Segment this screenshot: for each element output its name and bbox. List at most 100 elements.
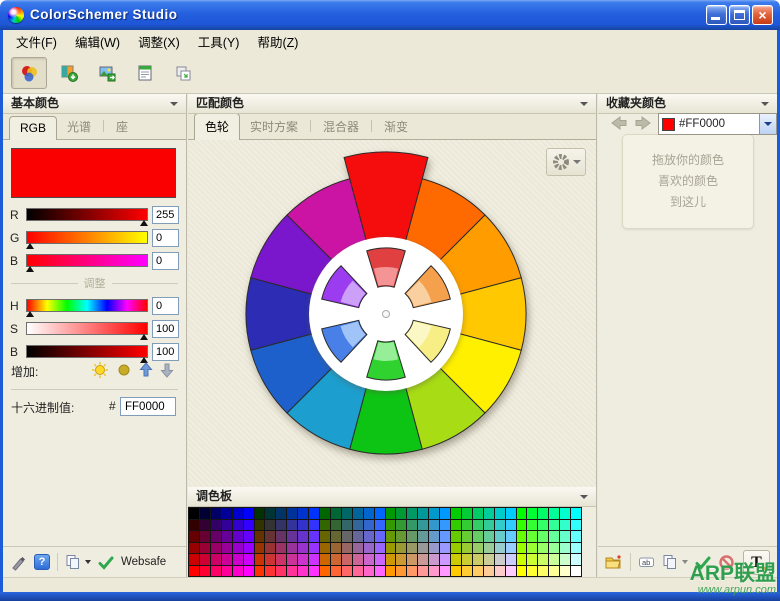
palette-cell[interactable] [483, 554, 494, 565]
palette-cell[interactable] [396, 508, 407, 519]
palette-cell[interactable] [516, 531, 527, 542]
palette-cell[interactable] [451, 508, 461, 519]
palette-cell[interactable] [451, 542, 461, 553]
palette-cell[interactable] [232, 554, 243, 565]
palette-cell[interactable] [298, 565, 309, 576]
palette-cell[interactable] [254, 519, 265, 530]
palette-cell[interactable] [199, 531, 210, 542]
palette-cell[interactable] [407, 531, 418, 542]
palette-cell[interactable] [363, 565, 374, 576]
palette-cell[interactable] [298, 542, 309, 553]
palette-cell[interactable] [320, 531, 330, 542]
palette-cell[interactable] [440, 519, 450, 530]
menu-item-5[interactable]: 帮助(Z) [248, 29, 307, 54]
copy-icon[interactable] [65, 554, 81, 570]
palette-cell[interactable] [199, 519, 210, 530]
palette-cell[interactable] [429, 508, 440, 519]
palette-cell[interactable] [407, 542, 418, 553]
slider-value-input[interactable] [152, 297, 179, 315]
palette-cell[interactable] [527, 542, 538, 553]
brighten-sun-icon[interactable] [91, 361, 109, 379]
slider-track-g[interactable] [25, 231, 148, 250]
color-wheel[interactable] [188, 140, 596, 487]
palette-cell[interactable] [352, 554, 363, 565]
palette-cell[interactable] [352, 565, 363, 576]
palette-cell[interactable] [538, 531, 549, 542]
palette-cell[interactable] [254, 554, 265, 565]
palette-cell[interactable] [494, 565, 505, 576]
palette-cell[interactable] [527, 565, 538, 576]
palette-cell[interactable] [385, 519, 396, 530]
palette-cell[interactable] [243, 542, 254, 553]
palette-cell[interactable] [549, 542, 560, 553]
palette-cell[interactable] [265, 508, 276, 519]
palette-cell[interactable] [276, 519, 287, 530]
palette-cell[interactable] [472, 554, 483, 565]
palette-cell[interactable] [265, 531, 276, 542]
menu-item-4[interactable]: 工具(Y) [189, 29, 249, 54]
palette-cell[interactable] [287, 508, 298, 519]
palette-cell[interactable] [276, 565, 287, 576]
palette-cell[interactable] [374, 542, 385, 553]
color-history-combobox[interactable]: #FF0000 [658, 113, 777, 135]
current-color-preview[interactable] [11, 148, 176, 198]
palette-cell[interactable] [472, 531, 483, 542]
palette-cell[interactable] [199, 508, 210, 519]
palette-cell[interactable] [309, 554, 319, 565]
palette-cell[interactable] [330, 542, 341, 553]
palette-cell[interactable] [549, 519, 560, 530]
palette-cell[interactable] [483, 542, 494, 553]
palette-cell[interactable] [320, 508, 330, 519]
palette-cell[interactable] [472, 565, 483, 576]
slider-thumb[interactable] [140, 220, 149, 226]
palette-cell[interactable] [199, 554, 210, 565]
palette-cell[interactable] [494, 508, 505, 519]
tab-光谱[interactable]: 光谱 [57, 114, 101, 139]
palette-cell[interactable] [461, 519, 472, 530]
palette-cell[interactable] [189, 531, 199, 542]
palette-cell[interactable] [571, 519, 581, 530]
collapse-arrow-icon[interactable] [170, 102, 178, 106]
palette-cell[interactable] [549, 531, 560, 542]
back-arrow-icon[interactable] [609, 115, 629, 131]
basic-colors-header[interactable]: 基本颜色 [3, 94, 186, 114]
palette-cell[interactable] [189, 519, 199, 530]
palette-cell[interactable] [352, 531, 363, 542]
palette-cell[interactable] [396, 542, 407, 553]
palette-cell[interactable] [221, 565, 232, 576]
palette-cell[interactable] [276, 508, 287, 519]
palette-cell[interactable] [418, 531, 429, 542]
palette-cell[interactable] [440, 542, 450, 553]
palette-cell[interactable] [549, 565, 560, 576]
palette-cell[interactable] [254, 565, 265, 576]
palette-cell[interactable] [243, 565, 254, 576]
slider-thumb[interactable] [140, 334, 149, 340]
palette-cell[interactable] [221, 508, 232, 519]
palette-cell[interactable] [483, 519, 494, 530]
hex-value-input[interactable] [120, 397, 176, 416]
palette-cell[interactable] [418, 542, 429, 553]
palette-cell[interactable] [418, 519, 429, 530]
palette-cell[interactable] [352, 519, 363, 530]
palette-cell[interactable] [407, 508, 418, 519]
slider-track-s[interactable] [26, 322, 149, 341]
palette-cell[interactable] [451, 565, 461, 576]
slider-value-input[interactable] [152, 206, 179, 224]
collapse-arrow-icon[interactable] [580, 102, 588, 106]
tab-渐变[interactable]: 渐变 [374, 114, 418, 139]
palette-cell[interactable] [210, 508, 221, 519]
palette-cell[interactable] [221, 554, 232, 565]
palette-cell[interactable] [472, 519, 483, 530]
slider-thumb[interactable] [25, 243, 34, 249]
palette-cell[interactable] [363, 554, 374, 565]
palette-cell[interactable] [505, 554, 516, 565]
tab-混合器[interactable]: 混合器 [313, 114, 369, 139]
palette-cell[interactable] [461, 542, 472, 553]
copy-dropdown-icon[interactable] [85, 560, 91, 564]
palette-cell[interactable] [287, 542, 298, 553]
palette-cell[interactable] [505, 542, 516, 553]
palette-cell[interactable] [396, 519, 407, 530]
palette-cell[interactable] [494, 542, 505, 553]
palette-cell[interactable] [232, 531, 243, 542]
slider-track-h[interactable] [25, 299, 148, 318]
